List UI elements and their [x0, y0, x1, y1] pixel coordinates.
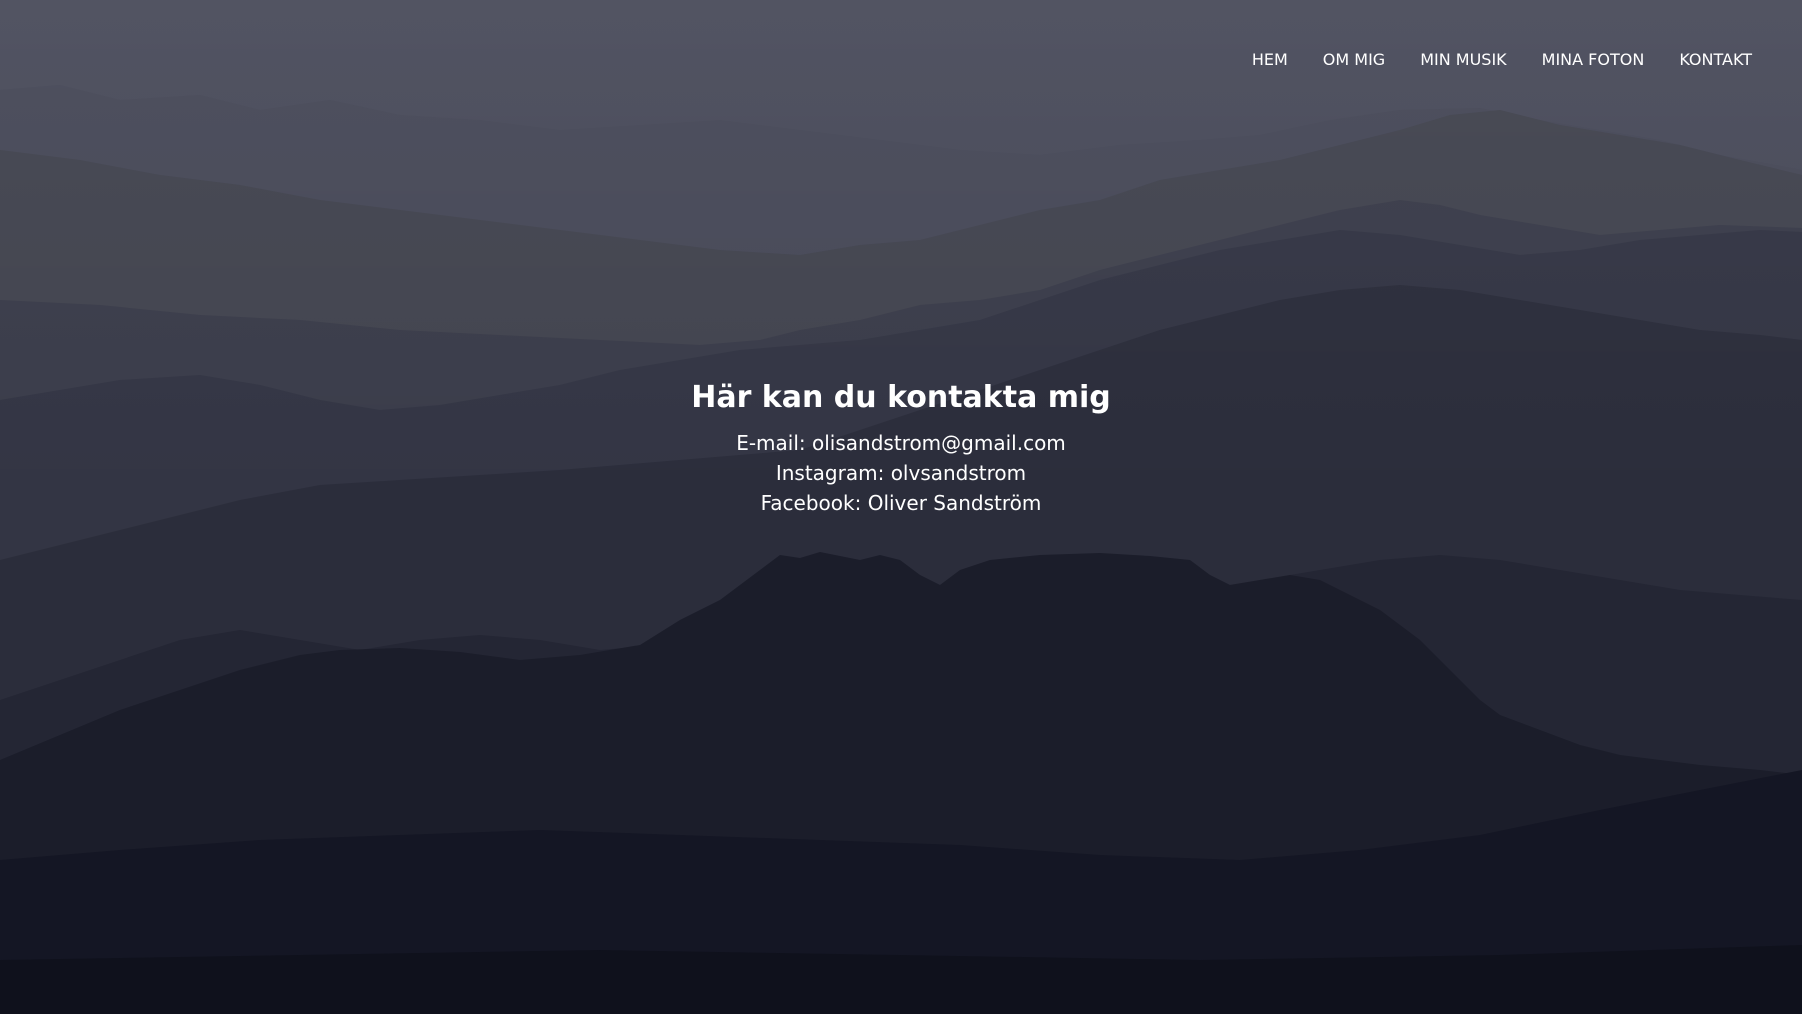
nav-link-mina-foton[interactable]: MINA FOTON — [1542, 50, 1645, 69]
contact-title: Här kan du kontakta mig — [691, 380, 1111, 415]
nav-link-kontakt[interactable]: KONTAKT — [1679, 50, 1752, 69]
nav-link-hem[interactable]: HEM — [1252, 50, 1288, 69]
main-nav: HEM OM MIG MIN MUSIK MINA FOTON KONTAKT — [1252, 50, 1752, 69]
contact-section: Här kan du kontakta mig E-mail: olisands… — [0, 378, 1802, 518]
nav-link-om-mig[interactable]: OM MIG — [1323, 50, 1385, 69]
contact-email: E-mail: olisandstrom@gmail.com — [736, 431, 1066, 455]
nav-link-min-musik[interactable]: MIN MUSIK — [1420, 50, 1506, 69]
contact-instagram: Instagram: olvsandstrom — [775, 461, 1027, 485]
contact-facebook: Facebook: Oliver Sandström — [760, 491, 1042, 515]
